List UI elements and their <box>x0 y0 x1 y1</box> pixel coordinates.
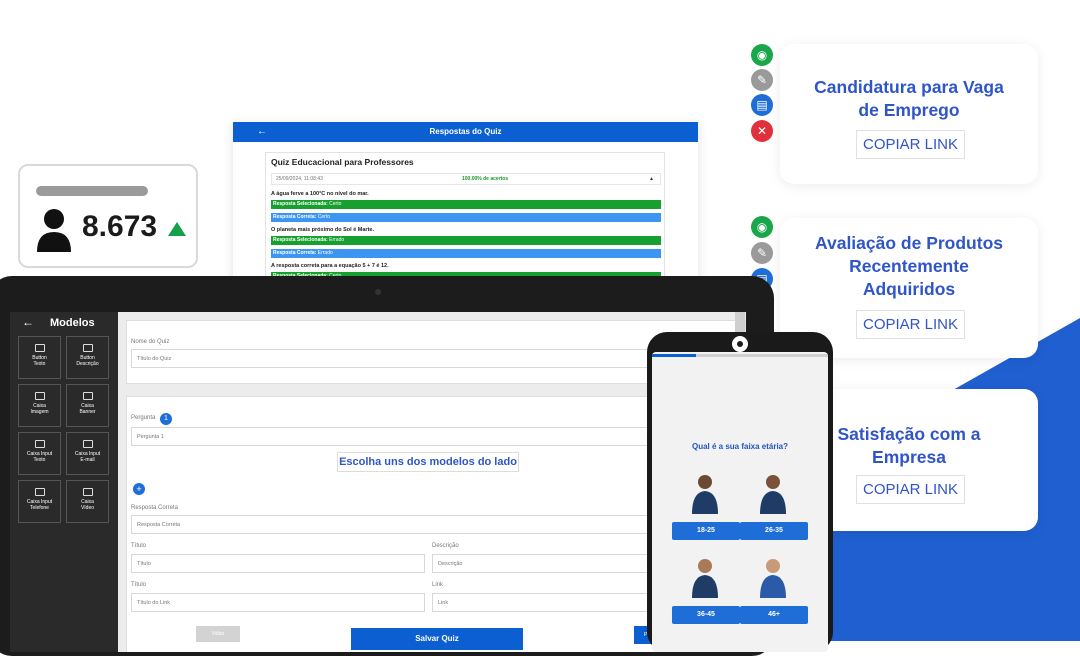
link-title-input[interactable]: Título do Link <box>131 593 425 612</box>
age-option-label[interactable]: 18-25 <box>672 522 740 540</box>
input-icon <box>34 440 45 448</box>
description-label: Descrição <box>432 543 459 549</box>
tile-button-description[interactable]: Button Descrição <box>66 336 109 379</box>
quiz-progress-fill <box>652 354 696 357</box>
quiz-responses-window: ← Respostas do Quiz Quiz Educacional par… <box>233 122 698 282</box>
quiz-timestamp: 25/09/2024, 11:08:43 <box>276 176 323 182</box>
title-label: Título <box>131 543 147 549</box>
tile-input-phone[interactable]: Caixa Input Telefone <box>18 480 61 523</box>
phone-screen: Qual é a sua faixa etária? 18-25 26-35 3… <box>652 352 828 652</box>
age-option-label[interactable]: 46+ <box>740 606 808 624</box>
quiz-meta-row[interactable]: 25/09/2024, 11:08:43 100.00% de acertos … <box>271 173 661 185</box>
phone-question: Qual é a sua faixa etária? <box>691 442 789 451</box>
back-arrow-icon[interactable]: ← <box>22 315 34 329</box>
age-option[interactable]: 26-35 <box>740 466 808 540</box>
document-icon[interactable]: ▤ <box>751 94 773 116</box>
title-input[interactable]: Título <box>131 554 425 573</box>
sidebar-title: Modelos <box>50 317 95 329</box>
question-text: A água ferve a 100°C no nível do mar. <box>271 191 369 197</box>
selected-answer: Resposta Selecionada: Errado <box>271 236 661 245</box>
question-input[interactable]: Pergunta 1 <box>131 427 731 446</box>
quiz-responses-header: ← Respostas do Quiz <box>233 122 698 142</box>
back-button[interactable]: Voltar <box>196 626 240 642</box>
card-title: Candidatura para Vaga de Emprego <box>814 77 1004 120</box>
collapse-arrow-icon[interactable]: ▲ <box>649 174 654 185</box>
quiz-editor-screen: ← Modelos Button Texto Button Descrição Ca… <box>10 312 746 652</box>
question-number-badge: 1 <box>160 413 172 425</box>
tile-image-box[interactable]: Caixa Imagem <box>18 384 61 427</box>
delete-icon[interactable]: ✕ <box>751 120 773 142</box>
copy-link-button[interactable]: COPIAR LINK <box>856 475 966 504</box>
quiz-name-input[interactable]: Título do Quiz <box>131 349 731 368</box>
age-option-label[interactable]: 26-35 <box>740 522 808 540</box>
question-text: A resposta correta para a equação 5 + 7 … <box>271 263 389 269</box>
quiz-progress-bar <box>652 354 828 357</box>
selected-answer: Resposta Selecionada: Certo <box>271 200 661 209</box>
tile-input-text[interactable]: Caixa Input Texto <box>18 432 61 475</box>
copy-link-button[interactable]: COPIAR LINK <box>856 310 966 339</box>
question-label: Pergunta <box>131 415 156 421</box>
image-icon <box>34 392 45 400</box>
save-quiz-button[interactable]: Salvar Quiz <box>351 628 523 650</box>
person-photo <box>692 559 718 598</box>
edit-icon[interactable]: ✎ <box>751 69 773 91</box>
edit-icon[interactable]: ✎ <box>751 242 773 264</box>
card-title: Avaliação de Produtos Recentemente Adquiri… <box>814 233 1003 299</box>
user-count: 8.673 <box>82 210 158 243</box>
tile-video-box[interactable]: Caixa Vídeo <box>66 480 109 523</box>
quiz-responses-title: Respostas do Quiz <box>429 127 502 136</box>
age-option[interactable]: 46+ <box>740 550 808 624</box>
view-icon[interactable]: ◉ <box>751 44 773 66</box>
button-icon <box>34 344 45 352</box>
trend-up-icon <box>168 222 186 236</box>
correct-answer: Resposta Correta: Errado <box>271 249 661 258</box>
quiz-name-label: Nome do Quiz <box>131 339 170 345</box>
age-option-label[interactable]: 36-45 <box>672 606 740 624</box>
correct-answer-input[interactable]: Resposta Correta <box>131 515 731 534</box>
user-icon <box>37 209 71 252</box>
correct-answer-label: Resposta Correta <box>131 505 179 511</box>
input-icon <box>82 440 93 448</box>
tile-input-email[interactable]: Caixa Input E-mail <box>66 432 109 475</box>
quiz-name: Quiz Educacional para Professores <box>271 157 414 167</box>
stat-card: 8.673 <box>18 164 198 268</box>
link-title-label: Título <box>131 582 147 588</box>
button-icon <box>82 344 93 352</box>
webcam <box>375 289 381 295</box>
age-option[interactable]: 18-25 <box>672 466 740 540</box>
copy-link-button[interactable]: COPIAR LINK <box>856 130 966 159</box>
models-sidebar: ← Modelos Button Texto Button Descrição Ca… <box>10 312 118 652</box>
add-icon[interactable]: + <box>133 483 145 495</box>
tile-button-text[interactable]: Button Texto <box>18 336 61 379</box>
correct-answer: Resposta Correta: Certo <box>271 213 661 222</box>
banner-icon <box>82 392 93 400</box>
tile-banner-box[interactable]: Caixa Banner <box>66 384 109 427</box>
view-icon[interactable]: ◉ <box>751 216 773 238</box>
question-text: O planeta mais próximo do Sol é Marte. <box>271 227 374 233</box>
person-photo <box>692 475 718 514</box>
stat-label-placeholder <box>36 186 148 196</box>
back-arrow-icon[interactable]: ← <box>257 122 267 142</box>
age-option[interactable]: 36-45 <box>672 550 740 624</box>
input-icon <box>34 488 45 496</box>
person-photo <box>760 475 786 514</box>
quiz-result-panel: Quiz Educacional para Professores 25/09/… <box>265 152 665 282</box>
person-photo <box>760 559 786 598</box>
link-label: Link <box>432 582 444 588</box>
form-card: Candidatura para Vaga de Emprego COPIAR L… <box>780 44 1038 184</box>
video-icon <box>82 488 93 496</box>
choose-model-prompt: Escolha uns dos modelos do lado <box>337 452 519 472</box>
phone-camera <box>732 336 748 352</box>
quiz-score: 100.00% de acertos <box>462 176 509 182</box>
